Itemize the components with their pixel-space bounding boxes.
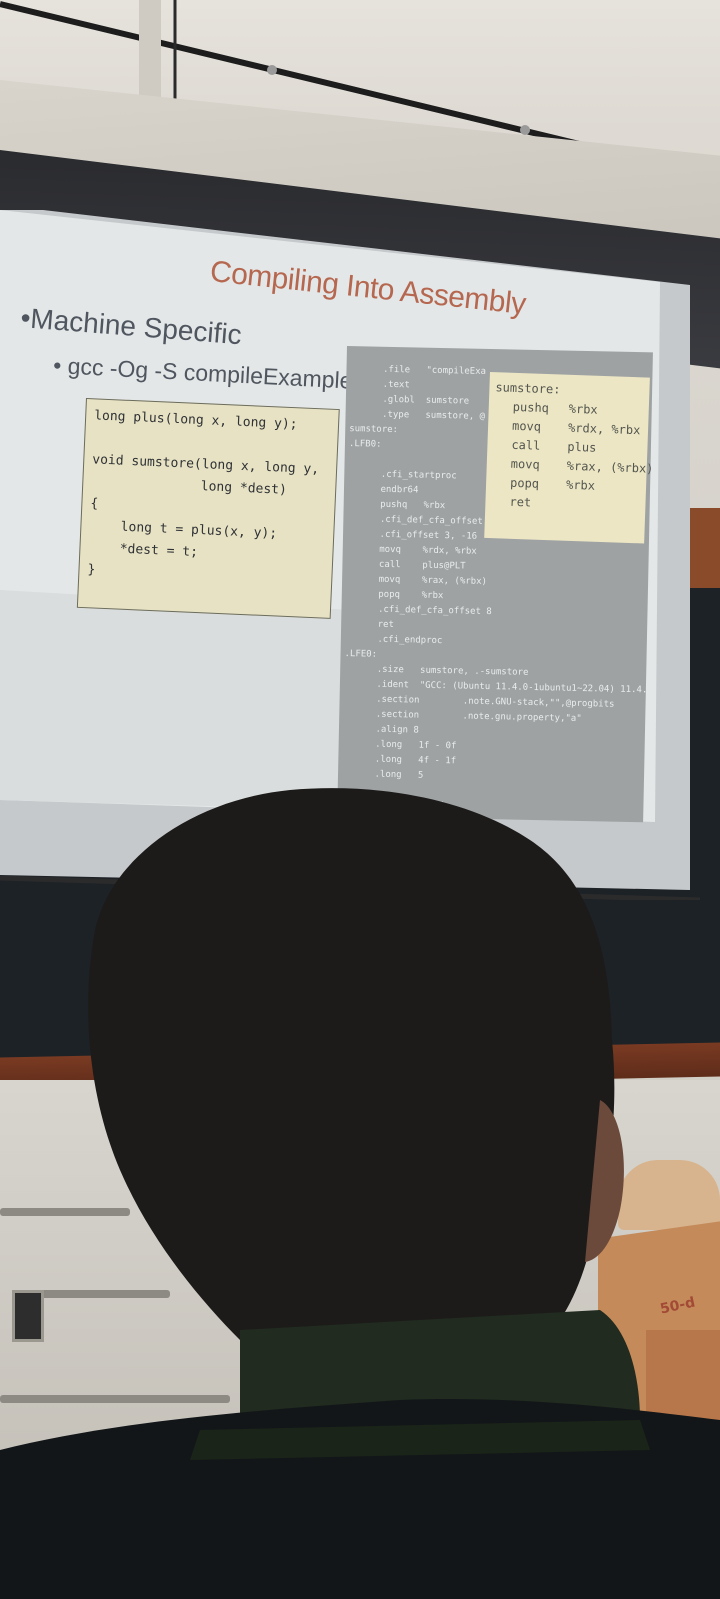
student-head-silhouette [0, 788, 720, 1599]
